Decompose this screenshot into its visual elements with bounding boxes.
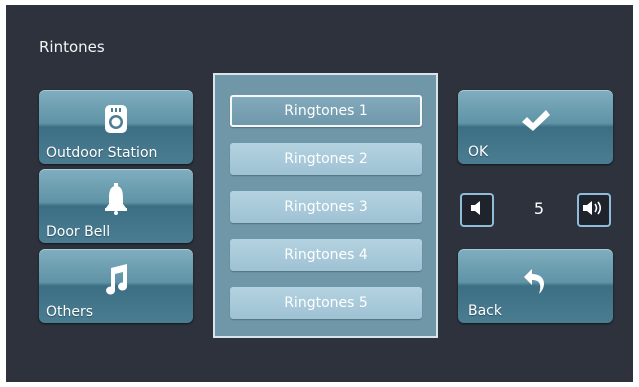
outdoor-station-button[interactable]: Outdoor Station xyxy=(39,90,193,164)
back-button[interactable]: Back xyxy=(458,249,613,323)
back-label: Back xyxy=(468,303,502,319)
outdoor-station-icon xyxy=(103,104,129,138)
volume-down-button[interactable] xyxy=(460,193,494,227)
back-arrow-icon xyxy=(522,267,550,301)
ringtone-item-4[interactable]: Ringtones 4 xyxy=(230,239,422,271)
ok-button[interactable]: OK xyxy=(458,90,613,164)
door-bell-label: Door Bell xyxy=(46,224,111,240)
ringtone-item-5[interactable]: Ringtones 5 xyxy=(230,287,422,319)
outdoor-station-label: Outdoor Station xyxy=(46,145,158,161)
ringtone-item-2[interactable]: Ringtones 2 xyxy=(230,143,422,175)
door-bell-button[interactable]: Door Bell xyxy=(39,169,193,243)
volume-up-icon xyxy=(582,199,606,221)
screen: Rintones Outdoor Station Door Bell Other… xyxy=(6,5,633,382)
volume-level: 5 xyxy=(533,199,545,218)
ringtone-list: Ringtones 1 Ringtones 2 Ringtones 3 Ring… xyxy=(213,73,438,338)
ringtone-item-1[interactable]: Ringtones 1 xyxy=(230,95,422,127)
volume-down-icon xyxy=(468,199,486,221)
ok-label: OK xyxy=(468,144,489,160)
page-title: Rintones xyxy=(39,38,105,56)
ringtone-item-3[interactable]: Ringtones 3 xyxy=(230,191,422,223)
volume-up-button[interactable] xyxy=(577,193,611,227)
music-note-icon xyxy=(102,263,130,299)
others-button[interactable]: Others xyxy=(39,249,193,323)
checkmark-icon xyxy=(520,108,552,138)
bell-icon xyxy=(103,183,129,219)
others-label: Others xyxy=(46,304,94,320)
